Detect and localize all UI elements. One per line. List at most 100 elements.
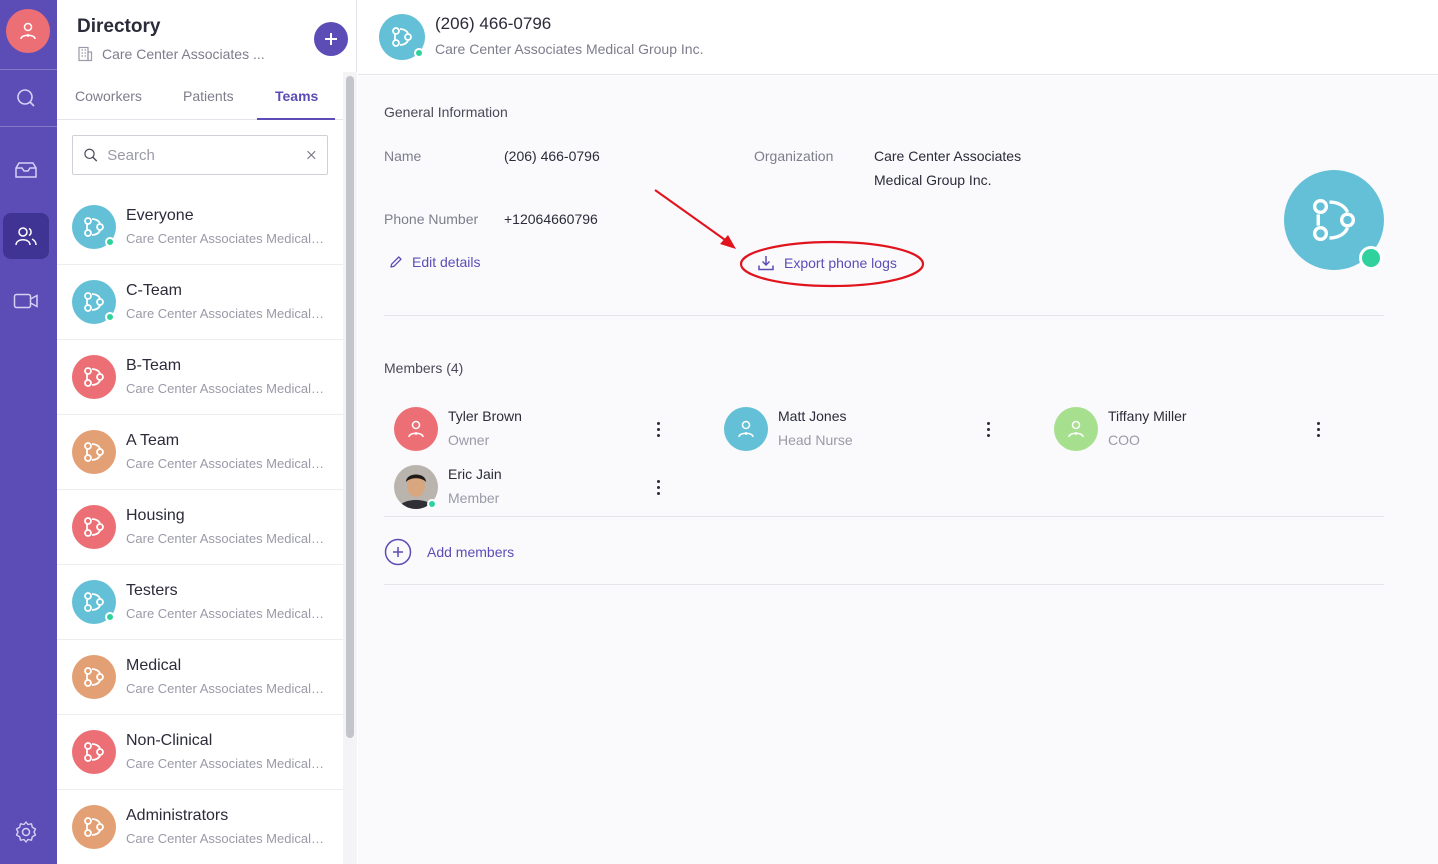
clear-icon[interactable] [306, 148, 317, 162]
team-name: Non-Clinical [126, 732, 213, 749]
tab-coworkers[interactable]: Coworkers [75, 88, 142, 104]
member-name: Eric Jain [448, 466, 502, 482]
team-organization: Care Center Associates Medical Group Inc… [126, 606, 326, 621]
search-input[interactable] [107, 146, 307, 164]
rail-directory-button[interactable] [3, 213, 49, 259]
user-avatar[interactable] [6, 9, 50, 53]
team-search [72, 135, 328, 175]
user-icon [738, 420, 754, 438]
export-phone-logs-label: Export phone logs [784, 255, 897, 271]
page-title: (206) 466-0796 [435, 14, 552, 33]
plus-icon [325, 33, 337, 45]
pencil-icon [390, 256, 402, 268]
team-icon [84, 817, 104, 837]
team-icon [84, 517, 104, 537]
members-divider [384, 516, 1384, 517]
team-list: Everyone Care Center Associates Medical G… [57, 190, 343, 864]
team-organization: Care Center Associates Medical Group Inc… [126, 831, 326, 846]
search-icon [17, 89, 35, 107]
team-list-item[interactable]: Housing Care Center Associates Medical Gr… [57, 490, 343, 565]
team-list-item[interactable]: C-Team Care Center Associates Medical Gro… [57, 265, 343, 340]
organization-label: Organization [754, 148, 834, 164]
directory-tabs: Coworkers Patients Teams [57, 72, 357, 120]
add-members-button[interactable]: Add members [384, 538, 514, 566]
team-icon [84, 592, 104, 612]
organization-value-line2: Medical Group Inc. [874, 172, 992, 188]
scrollbar-thumb[interactable] [346, 76, 354, 738]
team-organization: Care Center Associates Medical Group Inc… [126, 231, 326, 246]
page-subtitle: Care Center Associates Medical Group Inc… [435, 41, 704, 57]
team-name: Administrators [126, 807, 229, 824]
team-name: Testers [126, 582, 178, 599]
team-list-item[interactable]: B-Team Care Center Associates Medical Gro… [57, 340, 343, 415]
team-icon [84, 667, 104, 687]
team-icon [84, 367, 104, 387]
online-status-dot [414, 48, 424, 58]
video-icon [13, 293, 38, 309]
member-more-menu-icon[interactable] [982, 418, 994, 440]
team-list-item[interactable]: Medical Care Center Associates Medical Gr… [57, 640, 343, 715]
member-item[interactable]: Matt Jones Head Nurse [714, 404, 1004, 454]
rail-inbox-button[interactable] [3, 147, 49, 193]
tab-teams[interactable]: Teams [275, 88, 318, 104]
tab-patients[interactable]: Patients [183, 88, 234, 104]
team-name: Everyone [126, 207, 194, 224]
rail-settings-button[interactable] [3, 809, 49, 855]
rail-video-button[interactable] [3, 278, 49, 324]
team-avatar [72, 355, 116, 399]
member-avatar [724, 407, 768, 451]
team-name: A Team [126, 432, 180, 449]
sidebar-org[interactable]: Care Center Associates ... [77, 46, 265, 62]
member-item[interactable]: Tiffany Miller COO [1044, 404, 1334, 454]
members-title: Members (4) [384, 360, 464, 376]
team-name: Medical [126, 657, 182, 674]
add-members-label: Add members [427, 544, 515, 560]
search-icon [84, 148, 98, 162]
team-list-item[interactable]: Administrators Care Center Associates Med… [57, 790, 343, 864]
member-avatar [1054, 407, 1098, 451]
team-organization: Care Center Associates Medical Group Inc… [126, 756, 326, 771]
general-info-title: General Information [384, 104, 508, 120]
export-phone-logs-link[interactable]: Export phone logs [757, 254, 897, 272]
member-role: Member [448, 490, 500, 506]
download-icon [758, 256, 774, 271]
user-icon [1068, 420, 1084, 438]
team-list-item[interactable]: Everyone Care Center Associates Medical G… [57, 190, 343, 265]
member-more-menu-icon[interactable] [652, 476, 664, 498]
add-button[interactable] [314, 22, 348, 56]
member-role: Head Nurse [778, 432, 853, 448]
users-icon [15, 227, 37, 246]
user-icon [20, 22, 36, 40]
member-more-menu-icon[interactable] [1312, 418, 1324, 440]
team-avatar [72, 505, 116, 549]
team-avatar [72, 730, 116, 774]
team-organization: Care Center Associates Medical Group Inc… [126, 681, 326, 696]
user-icon [408, 420, 424, 438]
edit-details-link[interactable]: Edit details [389, 254, 480, 270]
bottom-divider [384, 584, 1384, 585]
team-organization: Care Center Associates Medical Group Inc… [126, 381, 326, 396]
phone-value: +12064660796 [504, 211, 598, 227]
member-name: Tiffany Miller [1108, 408, 1187, 424]
sidebar-org-label: Care Center Associates ... [102, 46, 265, 62]
team-list-item[interactable]: Non-Clinical Care Center Associates Medic… [57, 715, 343, 790]
team-organization: Care Center Associates Medical Group Inc… [126, 531, 326, 546]
team-list-item[interactable]: A Team Care Center Associates Medical Gro… [57, 415, 343, 490]
active-tab-indicator [257, 118, 335, 120]
team-name: B-Team [126, 357, 182, 374]
building-icon [78, 46, 93, 62]
organization-value-line1: Care Center Associates [874, 148, 1022, 164]
team-avatar [72, 805, 116, 849]
rail-search-button[interactable] [3, 75, 49, 121]
member-item[interactable]: Tyler Brown Owner [384, 404, 674, 454]
team-name: C-Team [126, 282, 183, 299]
sidebar-scrollbar[interactable] [343, 72, 357, 864]
team-list-item[interactable]: Testers Care Center Associates Medical Gr… [57, 565, 343, 640]
team-icon [84, 742, 104, 762]
team-detail: (206) 466-0796 Care Center Associates Me… [358, 0, 1438, 864]
online-status-dot [105, 312, 115, 322]
directory-sidebar: Directory Care Center Associates ... Cow… [57, 0, 357, 864]
rail-divider [0, 126, 57, 127]
member-item[interactable]: Eric Jain Member [384, 462, 674, 512]
member-more-menu-icon[interactable] [652, 418, 664, 440]
